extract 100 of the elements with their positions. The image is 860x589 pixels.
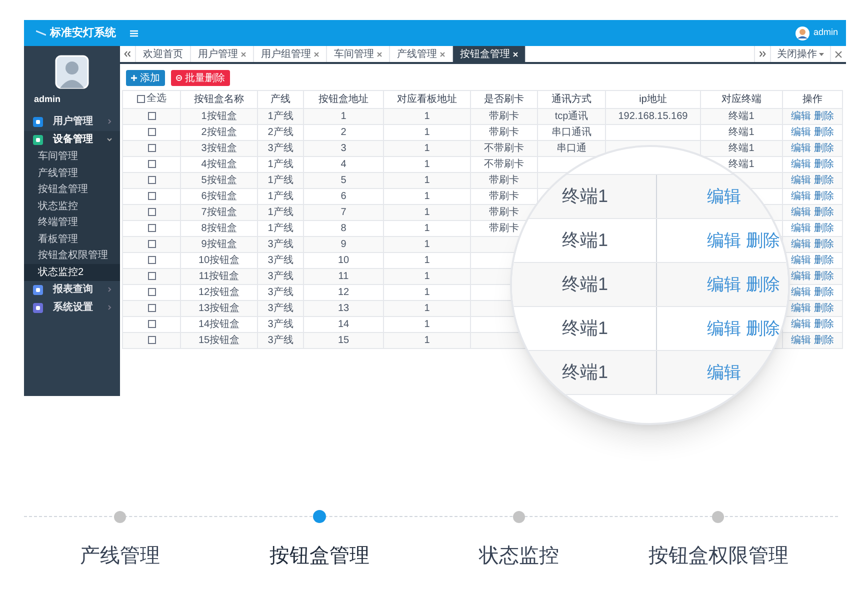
table-cell: 1产线 bbox=[268, 158, 294, 170]
action-link[interactable]: 删除 bbox=[746, 272, 780, 298]
submenu-item[interactable]: 产线管理 bbox=[24, 165, 120, 182]
column-header: ip地址 bbox=[606, 90, 700, 108]
action-link[interactable]: 删除 bbox=[814, 302, 834, 314]
submenu-item[interactable]: 车间管理 bbox=[24, 148, 120, 165]
checkbox[interactable] bbox=[136, 94, 144, 102]
checkbox[interactable] bbox=[148, 224, 156, 232]
action-link[interactable]: 编辑 bbox=[791, 174, 811, 186]
submenu-item[interactable]: 按钮盒管理 bbox=[24, 182, 120, 198]
submenu-item[interactable]: 按钮盒权限管理 bbox=[24, 248, 120, 264]
action-link[interactable]: 删除 bbox=[814, 110, 834, 122]
action-link[interactable]: 删除 bbox=[814, 174, 834, 186]
action-link[interactable]: 删除 bbox=[814, 190, 834, 202]
submenu-item[interactable]: 状态监控2 bbox=[24, 264, 120, 280]
checkbox[interactable] bbox=[148, 160, 156, 168]
action-link[interactable]: 删除 bbox=[814, 318, 834, 330]
action-link[interactable]: 编辑 bbox=[791, 238, 811, 250]
action-link[interactable]: 删除 bbox=[746, 316, 780, 342]
action-link[interactable]: 编辑 bbox=[791, 126, 811, 138]
action-link[interactable]: 编辑 bbox=[791, 142, 811, 154]
table-cell: 1产线 bbox=[268, 206, 294, 218]
tab[interactable]: 用户组管理 bbox=[254, 46, 327, 62]
action-link[interactable]: 删除 bbox=[814, 334, 834, 346]
action-link[interactable]: 编辑 bbox=[791, 270, 811, 282]
batch-delete-button[interactable]: 批量删除 bbox=[171, 70, 230, 86]
avatar-icon[interactable] bbox=[795, 26, 810, 40]
menu-item[interactable]: 系统设置 bbox=[24, 298, 120, 316]
menu-icon[interactable] bbox=[130, 30, 138, 36]
action-link[interactable]: 删除 bbox=[814, 206, 834, 218]
table-cell: 1 bbox=[424, 286, 430, 298]
action-link[interactable]: 删除 bbox=[814, 286, 834, 298]
action-link[interactable]: 编辑 bbox=[791, 206, 811, 218]
action-link[interactable]: 编辑 bbox=[791, 254, 811, 266]
tab[interactable]: 按钮盒管理 bbox=[453, 46, 526, 62]
step-label: 状态监控 bbox=[478, 544, 559, 568]
action-link[interactable]: 编辑 bbox=[791, 158, 811, 170]
tab[interactable]: 欢迎首页 bbox=[136, 46, 191, 62]
checkbox[interactable] bbox=[148, 240, 156, 248]
table-cell: 1 bbox=[424, 110, 430, 122]
action-link[interactable]: 编辑 bbox=[791, 110, 811, 122]
plus-icon bbox=[131, 75, 137, 81]
tab[interactable]: 用户管理 bbox=[191, 46, 254, 62]
checkbox[interactable] bbox=[148, 176, 156, 184]
menu-item[interactable]: 用户管理 bbox=[24, 112, 120, 130]
table-cell: 6按钮盒 bbox=[201, 190, 237, 202]
action-link[interactable]: 编辑 bbox=[707, 184, 741, 210]
action-link[interactable]: 编辑 bbox=[791, 286, 811, 298]
action-link[interactable]: 编辑 bbox=[791, 190, 811, 202]
step-label: 按钮盒管理 bbox=[269, 544, 370, 569]
checkbox[interactable] bbox=[148, 128, 156, 136]
action-link[interactable]: 编辑 bbox=[791, 318, 811, 330]
action-link[interactable]: 编辑 bbox=[791, 222, 811, 234]
table-cell: 1 bbox=[424, 334, 430, 346]
checkbox[interactable] bbox=[148, 272, 156, 280]
circle-minus-icon bbox=[176, 75, 182, 81]
menu-item[interactable]: 报表查询 bbox=[24, 280, 120, 298]
table-cell: 带刷卡 bbox=[489, 110, 519, 122]
submenu-item[interactable]: 看板管理 bbox=[24, 231, 120, 248]
action-link[interactable]: 删除 bbox=[814, 158, 834, 170]
table-cell: 带刷卡 bbox=[489, 222, 519, 234]
action-link[interactable]: 编辑 bbox=[707, 272, 741, 298]
table-cell: 不带刷卡 bbox=[484, 158, 524, 170]
checkbox[interactable] bbox=[148, 192, 156, 200]
user-name: admin bbox=[33, 93, 62, 106]
user-name[interactable]: admin bbox=[813, 26, 838, 40]
action-link[interactable]: 删除 bbox=[814, 254, 834, 266]
action-link[interactable]: 编辑 bbox=[707, 228, 741, 254]
checkbox[interactable] bbox=[148, 288, 156, 296]
action-link[interactable]: 编辑 bbox=[707, 360, 741, 386]
checkbox[interactable] bbox=[148, 144, 156, 152]
checkbox[interactable] bbox=[148, 320, 156, 328]
tab-actions-dropdown[interactable]: 关闭操作 bbox=[770, 46, 830, 62]
action-link[interactable]: 编辑 bbox=[707, 316, 741, 342]
checkbox[interactable] bbox=[148, 304, 156, 312]
table-cell: 不带刷卡 bbox=[484, 142, 524, 154]
action-link[interactable]: 删除 bbox=[814, 270, 834, 282]
submenu-item[interactable]: 终端管理 bbox=[24, 214, 120, 231]
table-cell: 7按钮盒 bbox=[201, 206, 237, 218]
checkbox[interactable] bbox=[148, 208, 156, 216]
add-button[interactable]: 添加 bbox=[126, 70, 165, 86]
checkbox[interactable] bbox=[148, 336, 156, 344]
action-link[interactable]: 编辑 bbox=[791, 334, 811, 346]
action-link[interactable]: 编辑 bbox=[791, 302, 811, 314]
table-cell: 1 bbox=[424, 190, 430, 202]
table-cell: 4按钮盒 bbox=[201, 158, 237, 170]
submenu-item[interactable]: 状态监控 bbox=[24, 198, 120, 214]
table-cell-text: 终端1 bbox=[562, 317, 608, 340]
table-cell: 13按钮盒 bbox=[198, 302, 240, 314]
step-label: 按钮盒权限管理 bbox=[648, 544, 788, 568]
tab[interactable]: 车间管理 bbox=[327, 46, 390, 62]
checkbox[interactable] bbox=[148, 112, 156, 120]
action-link[interactable]: 删除 bbox=[814, 222, 834, 234]
table-cell-text: 终端1 bbox=[562, 273, 608, 296]
action-link[interactable]: 删除 bbox=[746, 228, 780, 254]
action-link[interactable]: 删除 bbox=[814, 126, 834, 138]
double-chevron-right-icon bbox=[759, 51, 766, 57]
action-link[interactable]: 删除 bbox=[814, 142, 834, 154]
checkbox[interactable] bbox=[148, 256, 156, 264]
action-link[interactable]: 删除 bbox=[814, 238, 834, 250]
